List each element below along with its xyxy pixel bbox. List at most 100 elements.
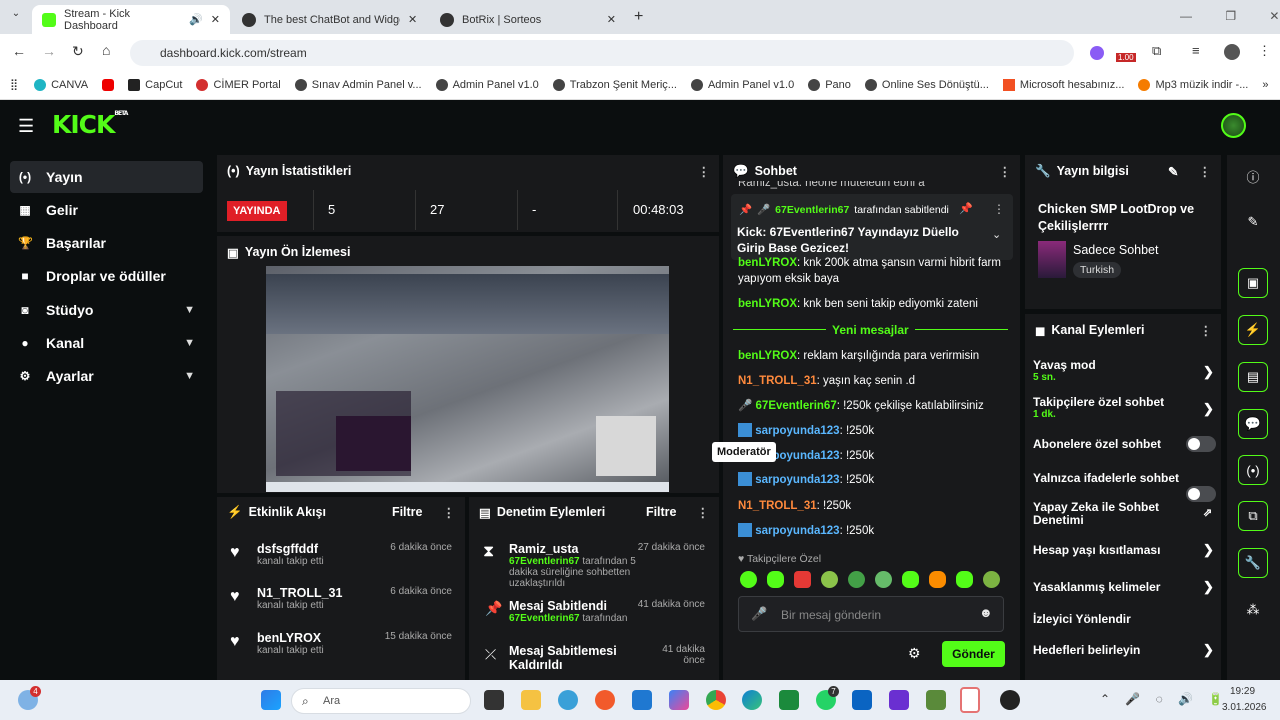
tab-kick-dashboard[interactable]: Stream - Kick Dashboard 🔊 ✕ [32,5,230,34]
more-icon[interactable]: ⋮ [1199,164,1212,179]
chrome-icon[interactable] [706,690,726,710]
app-icon[interactable] [960,687,980,713]
nav-studyo[interactable]: ◙ Stüdyo ▼ [10,294,203,326]
account-age-option[interactable]: Hesap yaşı kısıtlaması [1033,543,1213,557]
close-icon[interactable]: ✕ [211,13,220,26]
moderation-toggle-icon[interactable]: ▤ [1238,362,1268,392]
bookmark-ses[interactable]: Online Ses Dönüştü... [864,78,989,91]
chat-input[interactable]: 🎤 Bir mesaj gönderin ☻ [738,596,1004,632]
clock-time[interactable]: 19:29 [1230,686,1255,697]
audio-icon[interactable]: 🔊 [189,13,203,26]
chat-settings-icon[interactable]: ⚙ [908,645,921,662]
app-icon[interactable] [779,690,799,710]
minecraft-icon[interactable] [926,690,946,710]
activity-toggle-icon[interactable]: ⚡ [1238,315,1268,345]
nav-basarilar[interactable]: 🏆 Başarılar [10,227,203,259]
url-field[interactable]: dashboard.kick.com/stream [130,40,1074,66]
bookmark-trabzon[interactable]: Trabzon Şenit Meriç... [552,78,677,91]
bookmark-admin1[interactable]: Admin Panel v1.0 [435,78,539,91]
chevron-right-icon[interactable]: ❯ [1203,364,1214,380]
window-controls[interactable]: — ❐ ✕ [1180,9,1279,23]
app-icon[interactable] [558,690,578,710]
home-icon[interactable]: ⌂ [102,42,110,58]
media-icon[interactable]: ≡ [1192,43,1200,58]
goals-option[interactable]: Hedefleri belirleyin [1033,643,1213,657]
nav-gelir[interactable]: ▦ Gelir [10,194,203,226]
app-icon[interactable] [595,690,615,710]
bookmark-admin2[interactable]: Admin Panel v1.0 [690,78,794,91]
close-icon[interactable]: ✕ [607,13,616,26]
chevron-right-icon[interactable]: ❯ [1203,401,1214,417]
apps-icon[interactable]: ⣿ [10,78,18,91]
bookmark-sinav[interactable]: Sınav Admin Panel v... [294,78,422,91]
multiview-toggle-icon[interactable]: ⧉ [1238,501,1268,531]
stats-toggle-icon[interactable]: (•) [1238,455,1268,485]
forward-icon[interactable]: → [42,43,56,59]
more-icon[interactable]: ⋮ [999,164,1011,179]
chevron-right-icon[interactable]: ❯ [1203,542,1214,558]
menu-icon[interactable]: ⋮ [1258,43,1271,59]
copilot-icon[interactable] [669,690,689,710]
chat-toggle-icon[interactable]: 💬 [1238,409,1268,439]
preview-toggle-icon[interactable]: ▣ [1238,268,1268,298]
ai-moderation-option[interactable]: Yapay Zeka ile Sohbet Denetimi [1033,501,1183,527]
filter-button[interactable]: Filtre [646,505,677,519]
start-icon[interactable] [261,690,281,710]
nav-ayarlar[interactable]: ⚙ Ayarlar ▼ [10,360,203,392]
user-avatar[interactable] [1221,113,1246,138]
nav-yayin[interactable]: (•) Yayın [10,161,203,193]
back-icon[interactable]: ← [12,43,26,59]
bookmark-capcut[interactable]: CapCut [128,78,182,91]
extension-icon[interactable] [1090,46,1104,60]
info-icon[interactable]: ⓘ [1238,161,1268,191]
tray-icons[interactable]: ⌃ 🎤 ◌ 🔊 🔋 [1100,692,1223,706]
kick-logo[interactable]: KICKBETA [52,110,128,139]
unpin-icon[interactable]: 📌 [959,202,973,215]
chevron-right-icon[interactable]: ❯ [1203,579,1214,595]
more-icon[interactable]: ⋮ [1200,323,1212,338]
filter-button[interactable]: Filtre [392,505,423,519]
mic-icon[interactable]: 🎤 [751,606,767,622]
chevron-right-icon[interactable]: ❯ [1203,642,1214,658]
tab-chatbot[interactable]: The best ChatBot and Widgets ✕ [232,5,428,34]
hamburger-icon[interactable]: ☰ [18,116,34,137]
chevron-down-icon[interactable]: ⌄ [992,228,1001,241]
outlook-icon[interactable] [852,690,872,710]
stream-preview-video[interactable] [266,266,669,492]
file-explorer-icon[interactable] [521,690,541,710]
slow-mode-option[interactable]: Yavaş mod 5 sn. [1033,358,1213,383]
followers-only-option[interactable]: Takipçilere özel sohbet 1 dk. [1033,395,1213,420]
edge-icon[interactable] [742,690,762,710]
emote-bar[interactable] [740,571,1000,588]
bookmark-youtube[interactable] [102,78,115,91]
extension-badge[interactable]: 1.00 [1116,53,1136,62]
bookmark-mp3[interactable]: Mp3 müzik indir -... [1138,78,1248,91]
edit-icon[interactable]: ✎ [1238,207,1268,237]
more-icon[interactable]: ⋮ [993,202,1005,216]
banned-words-option[interactable]: Yasaklanmış kelimeler [1033,580,1213,594]
store-icon[interactable] [632,690,652,710]
clock-date[interactable]: 3.01.2026 [1222,702,1267,713]
tools-toggle-icon[interactable]: 🔧 [1238,548,1268,578]
profile-avatar[interactable] [1224,44,1240,60]
nav-droplar[interactable]: ■ Droplar ve ödüller [10,260,203,292]
subscribers-only-toggle[interactable] [1186,436,1216,452]
new-tab-button[interactable]: + [634,8,643,26]
tab-botrix-sorteos[interactable]: BotRix | Sorteos ✕ [430,5,626,34]
app-icon[interactable] [889,690,909,710]
obs-icon[interactable] [1000,690,1020,710]
bookmark-cimer[interactable]: CİMER Portal [196,78,281,91]
pinned-message[interactable]: 📌 🎤 67Eventlerin67 tarafından sabitlendi 📌 … [731,194,1013,260]
more-bookmarks-icon[interactable]: » [1262,79,1268,91]
more-icon[interactable]: ⋮ [698,164,710,179]
more-icon[interactable]: ⋮ [697,505,710,520]
tab-list-button[interactable]: ⌄ [6,8,26,26]
emoji-icon[interactable]: ☻ [979,605,993,620]
emotes-only-toggle[interactable] [1186,486,1216,502]
close-icon[interactable]: ✕ [408,13,417,26]
nav-kanal[interactable]: ● Kanal ▼ [10,327,203,359]
bookmark-pano[interactable]: Pano [808,78,851,91]
external-link-icon[interactable]: ⇗ [1203,506,1212,519]
more-icon[interactable]: ⋮ [443,505,456,520]
bookmark-canva[interactable]: CANVA [34,78,88,91]
